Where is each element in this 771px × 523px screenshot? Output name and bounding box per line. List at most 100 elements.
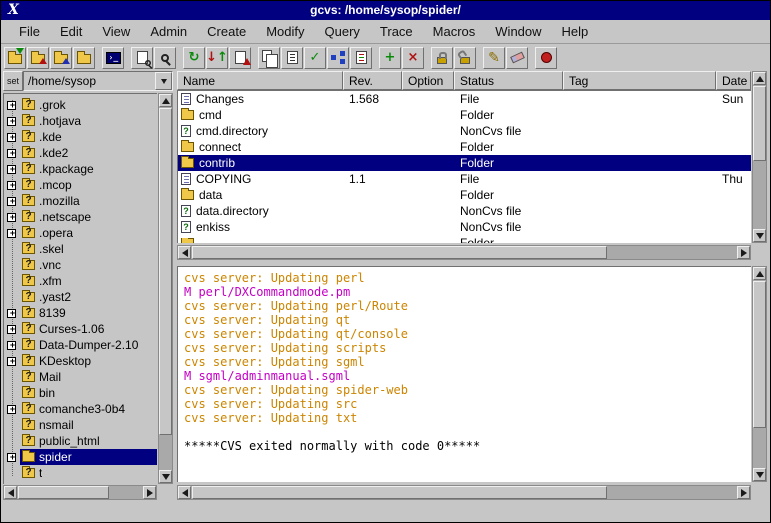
tree-expander-icon[interactable] bbox=[7, 101, 16, 110]
tree-expander-icon[interactable] bbox=[7, 325, 16, 334]
tree-item-hit-area[interactable]: .kde2 bbox=[20, 145, 157, 161]
scroll-right-button[interactable] bbox=[737, 246, 750, 259]
file-list-horizontal-scrollbar[interactable] bbox=[177, 245, 751, 260]
toolbar-explore-button[interactable] bbox=[131, 47, 153, 69]
tree-item-hit-area[interactable]: .grok bbox=[20, 97, 157, 113]
column-header[interactable]: Option bbox=[402, 71, 454, 90]
toolbar-unlock-button[interactable] bbox=[454, 47, 476, 69]
tree-item[interactable]: .kde2 bbox=[4, 145, 157, 161]
menu-item[interactable]: Macros bbox=[423, 20, 486, 43]
tree-item[interactable]: Curses-1.06 bbox=[4, 321, 157, 337]
tree-expander-icon[interactable] bbox=[7, 197, 16, 206]
tree-item-hit-area[interactable]: .mcop bbox=[20, 177, 157, 193]
file-row[interactable]: data.directory NonCvs file bbox=[178, 203, 751, 219]
column-header[interactable]: Name bbox=[177, 71, 343, 90]
toolbar-open-sandbox-button[interactable] bbox=[4, 47, 26, 69]
file-row[interactable]: cmd.directory NonCvs file bbox=[178, 123, 751, 139]
scroll-up-button[interactable] bbox=[159, 94, 172, 107]
toolbar-diff-button[interactable] bbox=[258, 47, 280, 69]
menu-item[interactable]: Modify bbox=[256, 20, 314, 43]
toolbar-annotate-button[interactable] bbox=[350, 47, 372, 69]
tree-item[interactable]: nsmail bbox=[4, 417, 157, 433]
tree-item-hit-area[interactable]: Mail bbox=[20, 369, 157, 385]
tree-item[interactable]: .yast2 bbox=[4, 289, 157, 305]
tree-item-hit-area[interactable]: spider bbox=[20, 449, 157, 465]
tree-item[interactable]: KDesktop bbox=[4, 353, 157, 369]
scroll-right-button[interactable] bbox=[737, 486, 750, 499]
tree-item-hit-area[interactable]: .xfm bbox=[20, 273, 157, 289]
column-header[interactable]: Tag bbox=[563, 71, 716, 90]
column-header[interactable]: Date bbox=[716, 71, 751, 90]
tree-item[interactable]: .xfm bbox=[4, 273, 157, 289]
tree-item-hit-area[interactable]: .kde bbox=[20, 129, 157, 145]
tree-item[interactable]: 8139 bbox=[4, 305, 157, 321]
tree-expander-icon[interactable] bbox=[7, 341, 16, 350]
menu-item[interactable]: File bbox=[9, 20, 50, 43]
scroll-thumb[interactable] bbox=[159, 108, 172, 435]
tree-item[interactable]: .kpackage bbox=[4, 161, 157, 177]
toolbar-command-line-button[interactable] bbox=[102, 47, 124, 69]
menu-item[interactable]: Admin bbox=[140, 20, 197, 43]
scroll-trough[interactable] bbox=[753, 280, 766, 468]
file-row[interactable]: data Folder bbox=[178, 187, 751, 203]
tree-expander-icon[interactable] bbox=[7, 117, 16, 126]
tree-item-hit-area[interactable]: .mozilla bbox=[20, 193, 157, 209]
tree-expander-icon[interactable] bbox=[7, 229, 16, 238]
toolbar-edit-button[interactable]: ✎ bbox=[483, 47, 505, 69]
tree-item-hit-area[interactable]: .yast2 bbox=[20, 289, 157, 305]
toolbar-browse-button[interactable] bbox=[73, 47, 95, 69]
tree-expander-icon[interactable] bbox=[7, 405, 16, 414]
tree-item-hit-area[interactable]: .vnc bbox=[20, 257, 157, 273]
tree-expander-icon[interactable] bbox=[7, 453, 16, 462]
tree-item[interactable]: .kde bbox=[4, 129, 157, 145]
combo-dropdown-button[interactable] bbox=[155, 72, 172, 90]
tree-item[interactable]: .netscape bbox=[4, 209, 157, 225]
tree-item[interactable]: .hotjava bbox=[4, 113, 157, 129]
toolbar-checkout-button[interactable] bbox=[27, 47, 49, 69]
tree-item[interactable]: Data-Dumper-2.10 bbox=[4, 337, 157, 353]
scroll-trough[interactable] bbox=[17, 486, 143, 499]
menu-item[interactable]: View bbox=[92, 20, 140, 43]
menu-item[interactable]: Window bbox=[485, 20, 551, 43]
toolbar-graph-button[interactable] bbox=[327, 47, 349, 69]
scroll-down-button[interactable] bbox=[753, 468, 766, 481]
menu-item[interactable]: Edit bbox=[50, 20, 92, 43]
tree-item-hit-area[interactable]: nsmail bbox=[20, 417, 157, 433]
cvs-console-output[interactable]: cvs server: Updating perlM perl/DXComman… bbox=[177, 266, 751, 482]
scroll-up-button[interactable] bbox=[753, 267, 766, 280]
toolbar-erase-button[interactable] bbox=[506, 47, 528, 69]
menu-item[interactable]: Create bbox=[197, 20, 256, 43]
titlebar[interactable]: X gcvs: /home/sysop/spider/ bbox=[1, 1, 770, 20]
file-row[interactable]: cmd Folder bbox=[178, 107, 751, 123]
file-list[interactable]: Changes 1.568 File Sun cmd Folder bbox=[177, 90, 751, 243]
menu-item[interactable]: Query bbox=[315, 20, 370, 43]
tree-item[interactable]: .mcop bbox=[4, 177, 157, 193]
menu-item[interactable]: Trace bbox=[370, 20, 423, 43]
scroll-left-button[interactable] bbox=[178, 486, 191, 499]
tree-item-hit-area[interactable]: bin bbox=[20, 385, 157, 401]
tree-expander-icon[interactable] bbox=[7, 165, 16, 174]
tree-expander-icon[interactable] bbox=[7, 309, 16, 318]
tree-item[interactable]: .mozilla bbox=[4, 193, 157, 209]
scroll-trough[interactable] bbox=[753, 85, 766, 229]
scroll-up-button[interactable] bbox=[753, 72, 766, 85]
file-row[interactable]: COPYING 1.1 File Thu bbox=[178, 171, 751, 187]
path-combobox[interactable]: /home/sysop bbox=[23, 71, 173, 91]
tree-item-hit-area[interactable]: 8139 bbox=[20, 305, 157, 321]
column-header[interactable]: Rev. bbox=[343, 71, 402, 90]
file-row[interactable]: enkiss NonCvs file bbox=[178, 219, 751, 235]
tree-vertical-scrollbar[interactable] bbox=[158, 93, 173, 484]
toolbar-refresh-button[interactable]: ↻ bbox=[183, 47, 205, 69]
tree-expander-icon[interactable] bbox=[7, 357, 16, 366]
toolbar-remove-button[interactable]: × bbox=[402, 47, 424, 69]
folder-tree[interactable]: .grok .hotjava .kde bbox=[3, 93, 157, 484]
toolbar-commit-button[interactable] bbox=[229, 47, 251, 69]
toolbar-log-button[interactable] bbox=[281, 47, 303, 69]
tree-item-hit-area[interactable]: public_html bbox=[20, 433, 157, 449]
scroll-trough[interactable] bbox=[159, 107, 172, 470]
toolbar-search-button[interactable] bbox=[154, 47, 176, 69]
toolbar-status-button[interactable]: ✓ bbox=[304, 47, 326, 69]
tree-item-hit-area[interactable]: comanche3-0b4 bbox=[20, 401, 157, 417]
tree-item-hit-area[interactable]: .hotjava bbox=[20, 113, 157, 129]
tree-item[interactable]: comanche3-0b4 bbox=[4, 401, 157, 417]
